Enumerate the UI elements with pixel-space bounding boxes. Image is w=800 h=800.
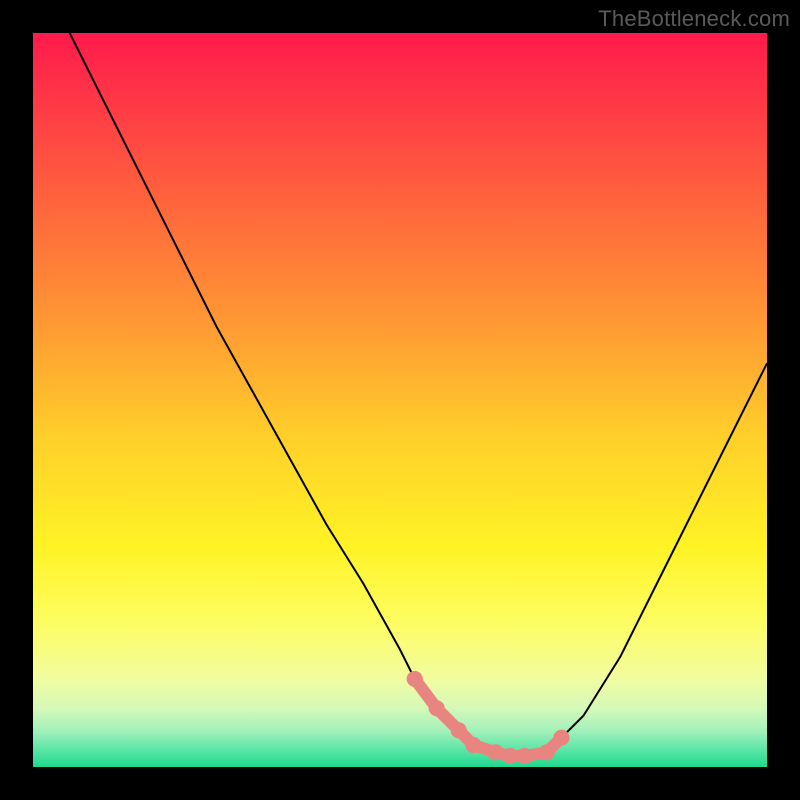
plot-area <box>33 33 767 767</box>
highlight-segment-line <box>415 679 562 756</box>
highlight-dot <box>407 671 423 687</box>
highlight-dot <box>429 700 445 716</box>
highlight-dot <box>553 730 569 746</box>
highlight-dot <box>465 737 481 753</box>
watermark: TheBottleneck.com <box>598 6 790 32</box>
highlight-dot <box>502 748 518 764</box>
plot-svg <box>33 33 767 767</box>
highlight-segment-dots <box>407 671 570 764</box>
chart-frame: TheBottleneck.com <box>0 0 800 800</box>
highlight-dot <box>487 744 503 760</box>
curve-line <box>70 33 767 756</box>
highlight-dot <box>539 744 555 760</box>
highlight-dot <box>451 722 467 738</box>
highlight-dot <box>517 748 533 764</box>
